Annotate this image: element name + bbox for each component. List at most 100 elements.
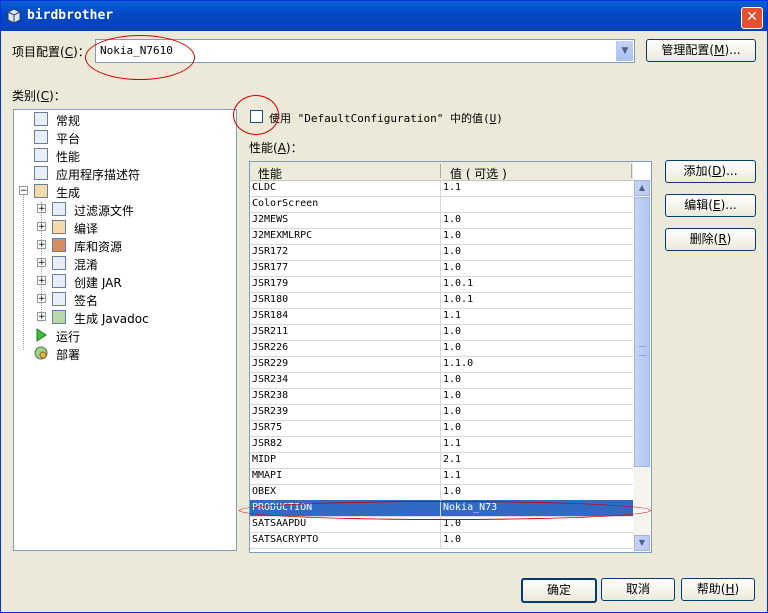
tree-expand-jar[interactable]: + [37, 276, 46, 286]
scroll-thumb[interactable] [634, 197, 650, 467]
cell-ability-value[interactable]: 1.0 [443, 262, 461, 273]
cell-ability-value[interactable]: 1.1 [443, 182, 461, 193]
table-row[interactable]: JSR234 1.0 [250, 372, 633, 389]
scroll-up-icon[interactable]: ▲ [634, 180, 650, 196]
cell-divider [440, 420, 441, 436]
add-ability-button[interactable]: 添加(D)... [665, 160, 756, 183]
tree-expand-filter[interactable]: + [37, 204, 46, 214]
table-row[interactable]: MMAPI 1.1 [250, 468, 633, 485]
cell-ability-value[interactable]: 1.0 [443, 374, 461, 385]
cell-ability-value[interactable]: 1.0 [443, 390, 461, 401]
table-row[interactable]: J2MEXMLRPC 1.0 [250, 228, 633, 245]
ok-button[interactable]: 确定 [521, 578, 597, 603]
cell-ability-value[interactable]: 1.0 [443, 214, 461, 225]
cell-ability-value[interactable]: 1.0 [443, 406, 461, 417]
table-row[interactable]: JSR239 1.0 [250, 404, 633, 421]
cell-ability-name[interactable]: J2MEXMLRPC [252, 230, 312, 241]
edit-ability-button[interactable]: 编辑(E)... [665, 194, 756, 217]
table-row[interactable]: JSR229 1.1.0 [250, 356, 633, 373]
cell-ability-value[interactable]: 1.1 [443, 310, 461, 321]
remove-ability-button[interactable]: 删除(R) [665, 228, 756, 251]
cell-ability-name[interactable]: JSR172 [252, 246, 288, 257]
cell-ability-value[interactable]: 1.0 [443, 246, 461, 257]
tree-expand-javadoc[interactable]: + [37, 312, 46, 322]
filter-icon [52, 202, 66, 216]
help-button[interactable]: 帮助(H) [681, 578, 755, 601]
cell-divider [440, 308, 441, 324]
cell-ability-name[interactable]: JSR239 [252, 406, 288, 417]
cell-ability-name[interactable]: JSR229 [252, 358, 288, 369]
manage-config-button[interactable]: 管理配置(M)... [646, 39, 756, 62]
tree-expand-sign[interactable]: + [37, 294, 46, 304]
tree-expand-library[interactable]: + [37, 240, 46, 250]
library-icon [52, 238, 66, 252]
cell-ability-name[interactable]: MMAPI [252, 470, 282, 481]
table-row[interactable]: JSR177 1.0 [250, 260, 633, 277]
cell-divider [440, 452, 441, 468]
cell-ability-value[interactable]: 1.0.1 [443, 294, 473, 305]
tree-expand-obfuscate[interactable]: + [37, 258, 46, 268]
cell-ability-value[interactable]: 1.1.0 [443, 358, 473, 369]
close-button[interactable]: ✕ [741, 7, 763, 29]
column-divider[interactable] [440, 164, 441, 178]
cell-ability-name[interactable]: JSR177 [252, 262, 288, 273]
category-label: 类别(C)： [12, 89, 66, 103]
use-default-label[interactable]: 使用 "DefaultConfiguration" 中的值(U) [269, 110, 503, 126]
cell-ability-name[interactable]: JSR180 [252, 294, 288, 305]
cell-ability-value[interactable]: 1.0 [443, 534, 461, 545]
cell-ability-name[interactable]: JSR226 [252, 342, 288, 353]
cell-ability-value[interactable]: 1.1 [443, 470, 461, 481]
cell-ability-name[interactable]: ColorScreen [252, 198, 318, 209]
cell-ability-value[interactable]: 1.1 [443, 438, 461, 449]
cell-ability-name[interactable]: SATSAAPDU [252, 518, 306, 529]
cell-ability-name[interactable]: CLDC [252, 182, 276, 193]
cell-ability-value[interactable]: 1.0 [443, 230, 461, 241]
cell-ability-value[interactable]: 2.1 [443, 454, 461, 465]
cell-ability-name[interactable]: OBEX [252, 486, 276, 497]
table-row[interactable]: JSR75 1.0 [250, 420, 633, 437]
cell-ability-name[interactable]: JSR184 [252, 310, 288, 321]
table-row[interactable]: CLDC 1.1 [250, 180, 633, 197]
cell-ability-name[interactable]: SATSACRYPTO [252, 534, 318, 545]
table-row[interactable]: JSR238 1.0 [250, 388, 633, 405]
annotation-circle-config [85, 35, 195, 80]
cell-ability-name[interactable]: JSR238 [252, 390, 288, 401]
table-row[interactable]: JSR211 1.0 [250, 324, 633, 341]
chevron-down-icon[interactable]: ▼ [616, 41, 633, 61]
table-row[interactable]: J2MEWS 1.0 [250, 212, 633, 229]
cell-divider [440, 388, 441, 404]
table-row[interactable]: JSR172 1.0 [250, 244, 633, 261]
cell-ability-name[interactable]: MIDP [252, 454, 276, 465]
table-row[interactable]: MIDP 2.1 [250, 452, 633, 469]
cell-ability-name[interactable]: JSR75 [252, 422, 282, 433]
cell-ability-name[interactable]: J2MEWS [252, 214, 288, 225]
table-row[interactable]: ColorScreen [250, 196, 633, 213]
cancel-button[interactable]: 取消 [601, 578, 675, 601]
cell-ability-name[interactable]: JSR211 [252, 326, 288, 337]
table-row[interactable]: JSR179 1.0.1 [250, 276, 633, 293]
table-row[interactable]: OBEX 1.0 [250, 484, 633, 501]
cell-ability-value[interactable]: 1.0 [443, 486, 461, 497]
cell-ability-name[interactable]: JSR82 [252, 438, 282, 449]
table-row[interactable]: JSR184 1.1 [250, 308, 633, 325]
scroll-down-icon[interactable]: ▼ [634, 535, 650, 551]
title-bar[interactable]: birdbrother ✕ [1, 1, 767, 31]
table-row[interactable]: JSR226 1.0 [250, 340, 633, 357]
category-tree[interactable]: 常规 平台 性能 应用程序描述符 − 生成 + 过滤源文件 + 编译 + 库和资… [13, 109, 237, 551]
cell-ability-value[interactable]: 1.0 [443, 326, 461, 337]
cell-divider [440, 484, 441, 500]
cell-ability-value[interactable]: 1.0.1 [443, 278, 473, 289]
cell-ability-value[interactable]: 1.0 [443, 422, 461, 433]
cell-ability-name[interactable]: JSR179 [252, 278, 288, 289]
table-row[interactable]: SATSACRYPTO 1.0 [250, 532, 633, 549]
abilities-table[interactable]: 性能 值 ( 可选 ) CLDC 1.1 ColorScreen J2MEWS 1.0 J… [249, 161, 652, 553]
table-row[interactable]: JSR82 1.1 [250, 436, 633, 453]
cell-ability-name[interactable]: JSR234 [252, 374, 288, 385]
table-scrollbar[interactable]: ▲ ▼ [634, 180, 650, 551]
table-row[interactable]: JSR180 1.0.1 [250, 292, 633, 309]
table-header: 性能 值 ( 可选 ) [250, 162, 633, 181]
cell-ability-value[interactable]: 1.0 [443, 342, 461, 353]
sign-icon [52, 292, 66, 306]
tree-collapse-build[interactable]: − [19, 186, 28, 196]
tree-expand-compile[interactable]: + [37, 222, 46, 232]
